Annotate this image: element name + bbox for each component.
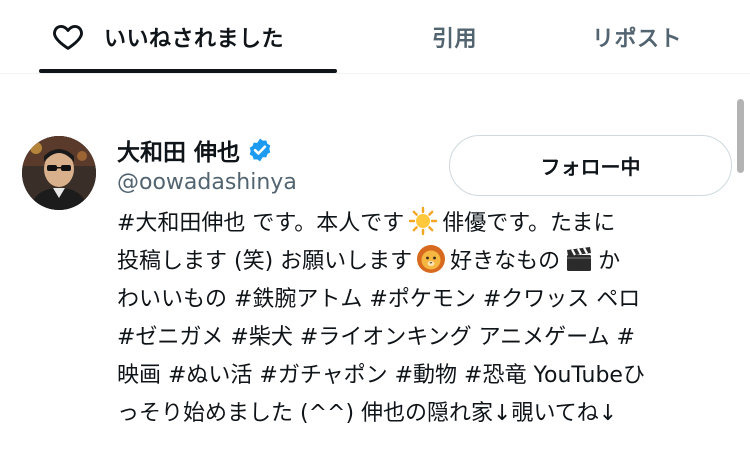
engagement-tabs: いいねされました 引用 リポスト — [0, 0, 750, 74]
tab-quotes-label: 引用 — [432, 26, 478, 52]
avatar-photo — [22, 136, 96, 210]
tab-likes[interactable]: いいねされました — [52, 0, 284, 73]
bio-line-4: #ゼニガメ #柴犬 #ライオンキング アニメゲーム # — [117, 325, 635, 350]
profile-handle[interactable]: @oowadashinya — [117, 170, 297, 195]
tab-quotes[interactable]: 引用 — [432, 0, 477, 73]
following-button-label: フォロー中 — [540, 155, 641, 179]
profile-name-row: 大和田 伸也 — [117, 133, 273, 167]
tab-reposts[interactable]: リポスト — [592, 0, 682, 73]
bio-line-1: #大和田伸也 です。本人です 俳優です。たまに — [117, 205, 727, 243]
bio-line-2: 投稿します (笑) お願いします 好きなもの か — [117, 243, 727, 281]
bio-text: か — [598, 249, 621, 274]
profile-bio: #大和田伸也 です。本人です 俳優です。たまに 投稿します (笑) お願いします… — [117, 205, 727, 433]
bio-text: 好きなもの — [450, 249, 561, 274]
bio-line-5: 映画 #ぬい活 #ガチャポン #動物 #恐竜 YouTubeひ — [117, 363, 645, 388]
sun-emoji-icon — [409, 206, 438, 236]
tab-reposts-label: リポスト — [592, 26, 683, 52]
avatar[interactable] — [22, 136, 96, 210]
active-tab-indicator — [39, 69, 337, 73]
bio-line-6: っそり始めました (^^) 伸也の隠れ家↓覗いてね↓ — [117, 401, 618, 426]
display-name[interactable]: 大和田 伸也 — [117, 133, 240, 167]
following-button[interactable]: フォロー中 — [449, 135, 732, 196]
bio-text: 投稿します (笑) お願いします — [117, 249, 413, 274]
clapper-emoji-icon — [567, 247, 592, 271]
scrollbar-thumb[interactable] — [737, 99, 744, 173]
lion-emoji-icon — [417, 245, 446, 273]
bio-text: 俳優です。たまに — [442, 211, 616, 236]
bio-text: #大和田伸也 です。本人です — [117, 211, 405, 236]
bio-line-3: わいいもの #鉄腕アトム #ポケモン #クワッス ペロ — [117, 287, 641, 312]
verified-badge-icon — [249, 138, 271, 162]
heart-icon — [53, 24, 83, 50]
tab-likes-label: いいねされました — [104, 26, 285, 52]
